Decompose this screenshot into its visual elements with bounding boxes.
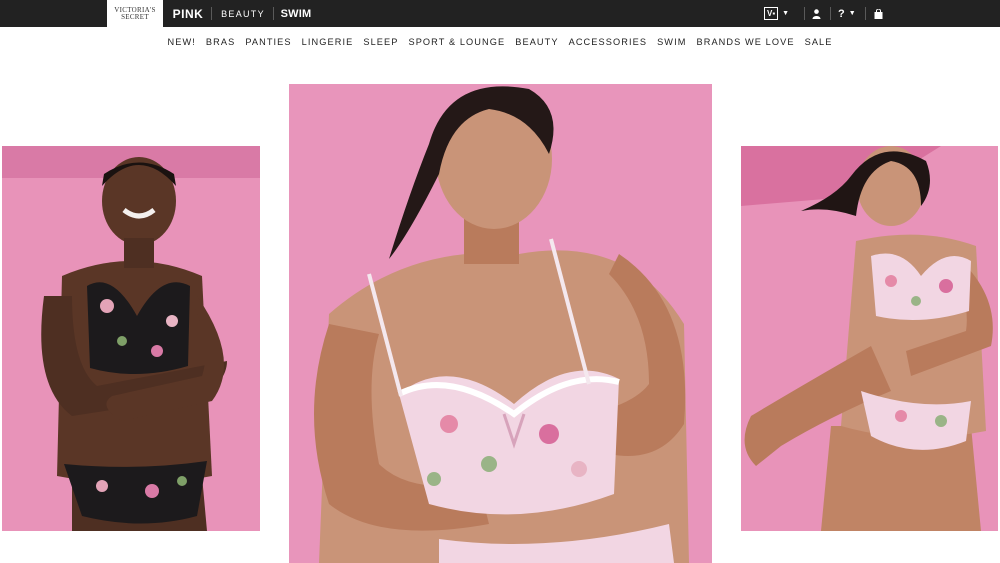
nav-item-new[interactable]: NEW! xyxy=(163,37,201,47)
nav-item-brands-we-love[interactable]: BRANDS WE LOVE xyxy=(691,37,799,47)
brand-vs-line2: SECRET xyxy=(121,12,149,21)
util-divider xyxy=(830,7,831,20)
help-menu[interactable]: ? ▼ xyxy=(838,0,856,27)
chevron-down-icon: ▼ xyxy=(782,10,790,17)
hero-photo-left[interactable] xyxy=(2,146,260,531)
account-button[interactable] xyxy=(812,0,821,27)
brand-tab-victorias-secret[interactable]: VICTORIA'S SECRET xyxy=(107,0,163,27)
nav-item-bras[interactable]: BRAS xyxy=(201,37,240,47)
nav-item-lingerie[interactable]: LINGERIE xyxy=(297,37,359,47)
category-nav: NEW! BRAS PANTIES LINGERIE SLEEP SPORT &… xyxy=(0,27,1000,57)
brand-tab-beauty[interactable]: BEAUTY xyxy=(219,0,267,27)
hero-photo-center[interactable] xyxy=(289,84,712,563)
nav-item-beauty[interactable]: BEAUTY xyxy=(510,37,563,47)
vs-card-badge: V▪ xyxy=(764,7,779,20)
brand-bar: VICTORIA'S SECRET PINK BEAUTY SWIM V▪ ▼ … xyxy=(0,0,1000,27)
vs-card-menu[interactable]: V▪ ▼ xyxy=(764,0,789,27)
hero-photo-right[interactable] xyxy=(741,146,998,531)
shopping-bag-button[interactable] xyxy=(874,0,883,27)
shopping-bag-icon xyxy=(874,8,883,19)
brand-divider xyxy=(273,7,274,20)
util-divider xyxy=(804,7,805,20)
brand-divider xyxy=(211,7,212,20)
person-icon xyxy=(812,8,821,19)
nav-item-sleep[interactable]: SLEEP xyxy=(358,37,403,47)
nav-item-panties[interactable]: PANTIES xyxy=(240,37,296,47)
nav-item-swim[interactable]: SWIM xyxy=(652,37,691,47)
nav-item-accessories[interactable]: ACCESSORIES xyxy=(564,37,652,47)
chevron-down-icon: ▼ xyxy=(848,10,856,17)
brand-tab-swim[interactable]: SWIM xyxy=(281,0,312,27)
brand-tab-pink[interactable]: PINK xyxy=(170,0,206,27)
nav-item-sport-lounge[interactable]: SPORT & LOUNGE xyxy=(403,37,510,47)
util-divider xyxy=(865,7,866,20)
nav-item-sale[interactable]: SALE xyxy=(800,37,838,47)
help-icon: ? xyxy=(838,7,845,20)
